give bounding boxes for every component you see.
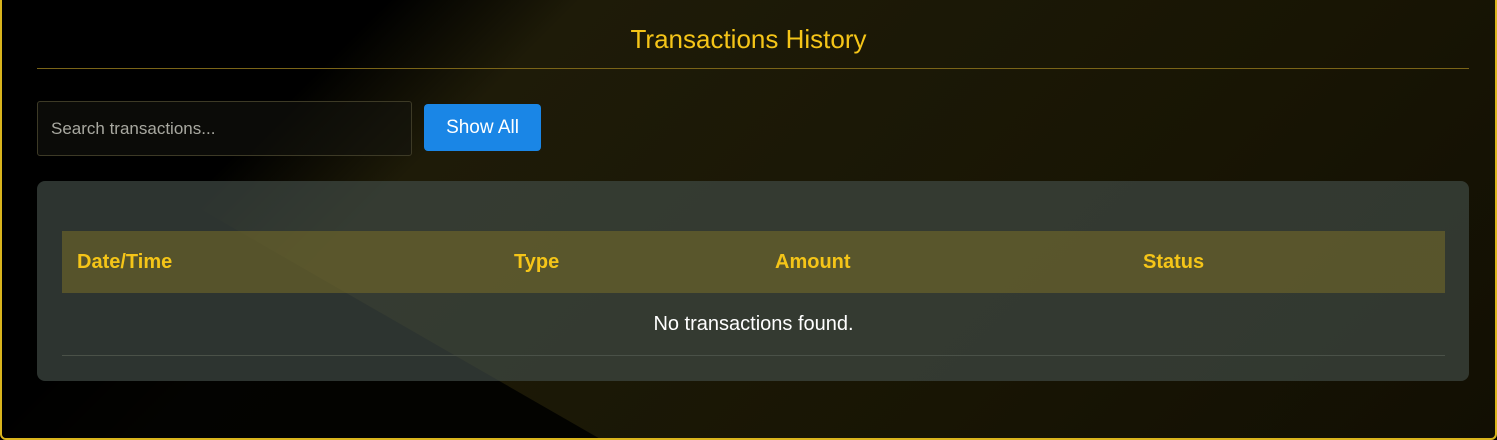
search-input[interactable] (37, 101, 412, 156)
table-header-row: Date/Time Type Amount Status (62, 231, 1445, 293)
column-header-datetime: Date/Time (77, 251, 173, 273)
title-divider (37, 68, 1469, 69)
transactions-panel: Transactions History Show All Date/Time … (0, 0, 1497, 440)
page-title: Transactions History (630, 24, 867, 54)
empty-state-message: No transactions found. (62, 293, 1445, 356)
column-header-type: Type (514, 251, 560, 273)
column-header-amount: Amount (775, 251, 851, 273)
column-header-status: Status (1143, 251, 1205, 273)
transactions-table: Date/Time Type Amount Status No transact… (37, 181, 1469, 381)
show-all-button[interactable]: Show All (424, 104, 541, 151)
